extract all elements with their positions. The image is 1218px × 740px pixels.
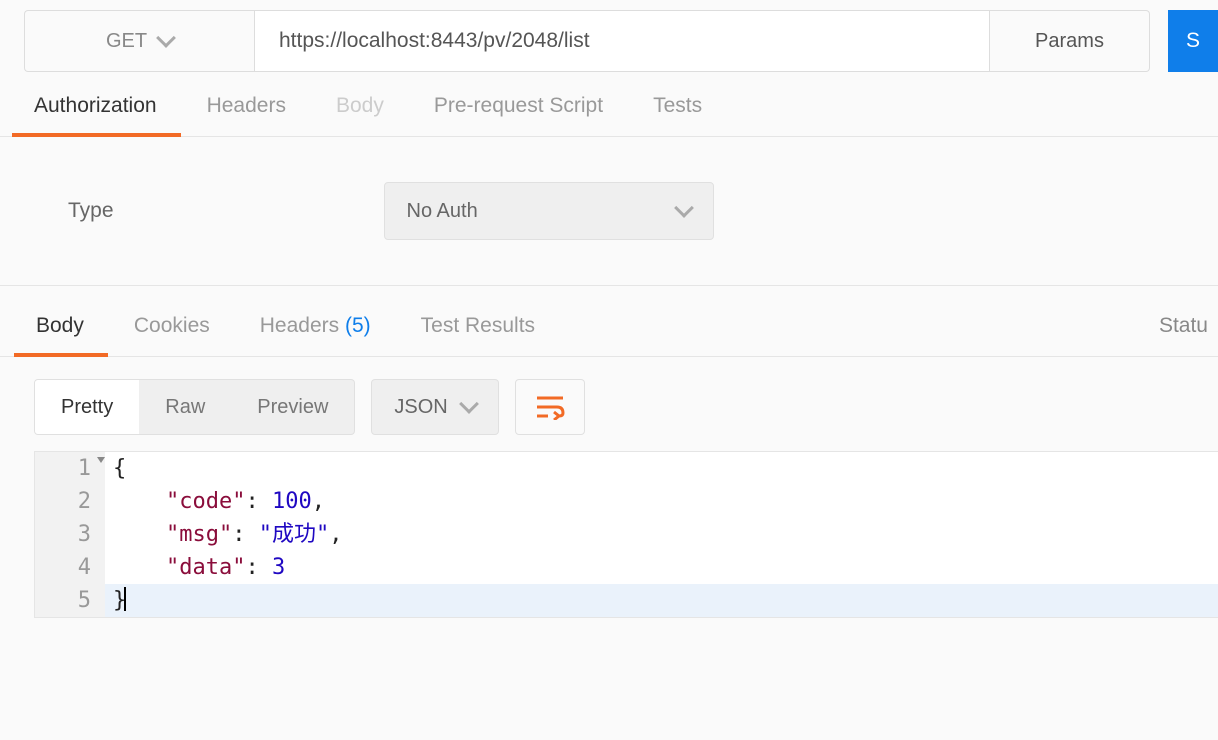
resp-tab-test-results[interactable]: Test Results (421, 314, 535, 356)
request-bar: GET Params S (0, 0, 1218, 82)
line-number: 3 (35, 518, 105, 551)
tab-body[interactable]: Body (336, 94, 384, 136)
tab-headers[interactable]: Headers (207, 94, 286, 136)
auth-type-select[interactable]: No Auth (384, 182, 714, 240)
response-header: Body Cookies Headers (5) Test Results St… (0, 286, 1218, 357)
view-mode-preview[interactable]: Preview (231, 380, 354, 434)
fold-arrow-icon[interactable] (97, 457, 105, 463)
chevron-down-icon (459, 394, 479, 414)
view-mode-pretty[interactable]: Pretty (35, 380, 139, 434)
send-button[interactable]: S (1168, 10, 1218, 72)
wrap-icon (535, 394, 565, 420)
line-number: 1 (35, 452, 105, 485)
code-line: 1 { (35, 452, 1218, 485)
resp-tab-body[interactable]: Body (36, 314, 84, 356)
chevron-down-icon (156, 28, 176, 48)
code-line: 3 "msg": "成功", (35, 518, 1218, 551)
view-mode-raw[interactable]: Raw (139, 380, 231, 434)
tab-prerequest-script[interactable]: Pre-request Script (434, 94, 603, 136)
url-input[interactable] (254, 10, 990, 72)
response-tabs: Body Cookies Headers (5) Test Results (36, 314, 535, 356)
headers-count-badge: (5) (345, 314, 371, 337)
chevron-down-icon (674, 198, 694, 218)
line-number: 5 (35, 584, 105, 617)
request-tabs: Authorization Headers Body Pre-request S… (0, 82, 1218, 137)
auth-type-label: Type (68, 199, 114, 223)
resp-tab-headers-label: Headers (260, 314, 339, 337)
http-method-label: GET (106, 30, 147, 53)
wrap-lines-button[interactable] (515, 379, 585, 435)
format-label: JSON (394, 396, 447, 419)
status-label: Statu (1159, 314, 1208, 356)
params-button[interactable]: Params (990, 10, 1150, 72)
authorization-panel: Type No Auth (0, 137, 1218, 286)
code-line: 4 "data": 3 (35, 551, 1218, 584)
tab-authorization[interactable]: Authorization (34, 94, 157, 136)
resp-tab-headers[interactable]: Headers (5) (260, 314, 371, 356)
auth-type-value: No Auth (407, 200, 478, 223)
line-number: 4 (35, 551, 105, 584)
resp-tab-cookies[interactable]: Cookies (134, 314, 210, 356)
code-line: 5 } (35, 584, 1218, 617)
response-body[interactable]: 1 { 2 "code": 100, 3 "msg": "成功", 4 "dat… (34, 451, 1218, 618)
http-method-select[interactable]: GET (24, 10, 254, 72)
line-number: 2 (35, 485, 105, 518)
response-toolbar: Pretty Raw Preview JSON (0, 357, 1218, 445)
view-mode-group: Pretty Raw Preview (34, 379, 355, 435)
tab-tests[interactable]: Tests (653, 94, 702, 136)
format-select[interactable]: JSON (371, 379, 498, 435)
text-cursor (124, 587, 126, 611)
code-line: 2 "code": 100, (35, 485, 1218, 518)
